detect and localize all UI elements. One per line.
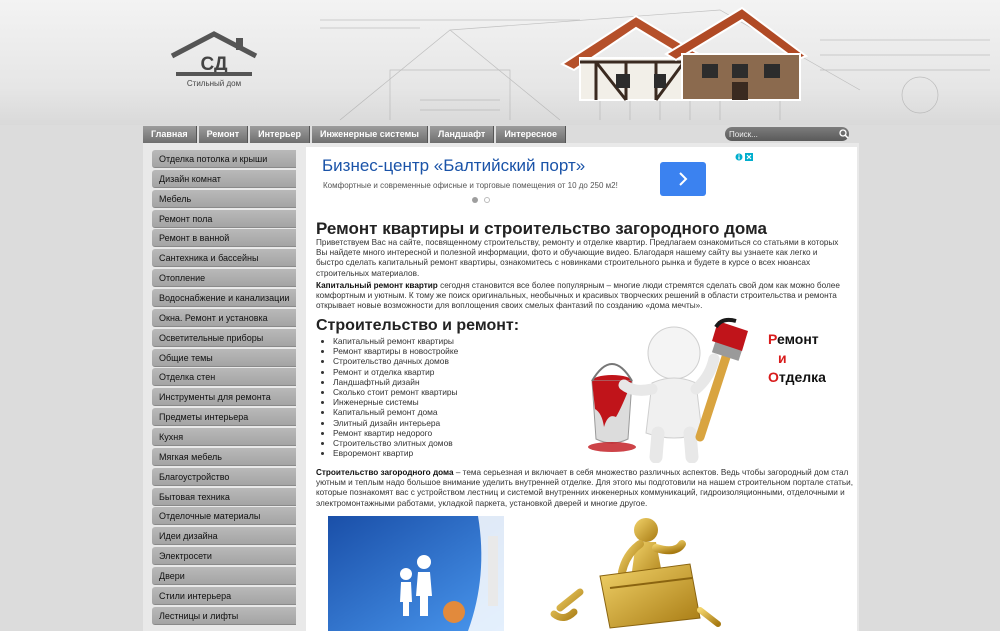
sidebar-item-furniture[interactable]: Мебель [152,189,296,208]
list-item-link[interactable]: Сколько стоит ремонт квартиры [333,387,458,397]
list-item-link[interactable]: Элитный дизайн интерьера [333,418,458,428]
main-nav: Главная Ремонт Интерьер Инженерные систе… [143,126,566,143]
page-title: Ремонт квартиры и строительство загородн… [316,219,767,238]
capital-repair-paragraph: Капитальный ремонт квартир сегодня стано… [316,281,851,312]
sidebar-item-appliances[interactable]: Бытовая техника [152,487,296,506]
list-item-link[interactable]: Ремонт квартиры в новостройке [333,346,458,356]
sidebar-item-plumbing[interactable]: Сантехника и бассейны [152,249,296,268]
sidebar-item-water-supply[interactable]: Водоснабжение и канализации [152,289,296,308]
sidebar-item-bathroom[interactable]: Ремонт в ванной [152,229,296,248]
sidebar-item-design-ideas[interactable]: Идеи дизайна [152,527,296,546]
sidebar-item-floor-repair[interactable]: Ремонт пола [152,209,296,228]
site-logo[interactable]: СД Стильный дом [168,30,260,90]
intro-paragraph: Приветствуем Вас на сайте, посвященному … [316,238,839,278]
nav-item-interesting[interactable]: Интересное [496,126,566,143]
nav-item-engineering[interactable]: Инженерные системы [312,126,428,143]
list-item-link[interactable]: Ремонт и отделка квартир [333,367,458,377]
search-box [725,127,849,141]
info-icon[interactable] [735,153,743,161]
nav-item-landscape[interactable]: Ландшафт [429,126,495,143]
sidebar-item-walls[interactable]: Отделка стен [152,368,296,387]
ad-description[interactable]: Комфортные и современные офисные и торго… [323,181,618,190]
sidebar-item-lighting[interactable]: Осветительные приборы [152,328,296,347]
list-item-link[interactable]: Капитальный ремонт дома [333,407,458,417]
label-line3: тделка [778,369,826,385]
sidebar-item-electrical[interactable]: Электросети [152,547,296,566]
repair-figure-illustration [588,317,748,463]
nav-item-interior[interactable]: Интерьер [250,126,311,143]
country-house-paragraph: Строительство загородного дома – тема се… [316,468,854,509]
sidebar-item-interior-items[interactable]: Предметы интерьера [152,408,296,427]
ad-banner[interactable]: Бизнес-центр «Балтийский порт» Комфортны… [310,150,753,206]
list-item-link[interactable]: Ремонт квартир недорого [333,428,458,438]
list-item-link[interactable]: Строительство элитных домов [333,438,458,448]
sidebar-item-styles[interactable]: Стили интерьера [152,586,296,605]
logo-initials: СД [200,54,227,75]
sidebar-item-soft-furniture[interactable]: Мягкая мебель [152,447,296,466]
country-house-bold[interactable]: Строительство загородного дома [316,468,454,477]
repair-finish-label: Ремонт и Отделка [768,330,826,387]
list-item-link[interactable]: Ландшафтный дизайн [333,377,458,387]
list-item-link[interactable]: Инженерные системы [333,397,458,407]
search-input[interactable] [729,128,839,140]
ad-choices[interactable] [735,153,753,161]
painting-wall-illustration [328,516,504,631]
section-title: Строительство и ремонт: [316,317,520,334]
nav-item-home[interactable]: Главная [143,126,197,143]
links-list: Капитальный ремонт квартиры Ремонт кварт… [333,336,458,458]
sidebar-item-kitchen[interactable]: Кухня [152,428,296,447]
site-header: СД Стильный дом [0,0,1000,125]
label-letter-r: Р [768,331,777,347]
houses-illustration [559,6,809,101]
search-icon[interactable] [839,128,849,140]
capital-repair-bold[interactable]: Капитальный ремонт квартир [316,281,438,290]
sidebar-item-tools[interactable]: Инструменты для ремонта [152,388,296,407]
list-item-link[interactable]: Евроремонт квартир [333,448,458,458]
sidebar-item-heating[interactable]: Отопление [152,269,296,288]
toolbox-figure-illustration [550,518,721,629]
sidebar-item-finishing[interactable]: Отделочные материалы [152,507,296,526]
sidebar-menu: Отделка потолка и крыши Дизайн комнат Ме… [152,150,296,631]
label-letter-o: О [768,369,779,385]
label-line1: емонт [777,331,819,347]
sidebar-item-stairs[interactable]: Лестницы и лифты [152,606,296,625]
main-content: Бизнес-центр «Балтийский порт» Комфортны… [306,147,857,631]
ad-pager-dot[interactable] [484,197,490,203]
ad-pager-dot-active[interactable] [472,197,478,203]
sidebar-item-ceiling-roof[interactable]: Отделка потолка и крыши [152,150,296,168]
sidebar-item-landscaping[interactable]: Благоустройство [152,467,296,486]
sidebar-item-room-design[interactable]: Дизайн комнат [152,169,296,188]
ad-arrow-button[interactable] [660,162,706,196]
nav-item-repair[interactable]: Ремонт [198,126,249,143]
label-letter-i: и [778,350,787,366]
ad-title[interactable]: Бизнес-центр «Балтийский порт» [322,156,585,176]
sidebar-item-general[interactable]: Общие темы [152,348,296,367]
sidebar-item-windows[interactable]: Окна. Ремонт и установка [152,308,296,327]
logo-text: Стильный дом [187,79,241,88]
chevron-right-icon [679,172,688,186]
list-item-link[interactable]: Строительство дачных домов [333,356,458,366]
sidebar-item-doors[interactable]: Двери [152,567,296,586]
list-item-link[interactable]: Капитальный ремонт квартиры [333,336,458,346]
close-icon[interactable] [745,153,753,161]
